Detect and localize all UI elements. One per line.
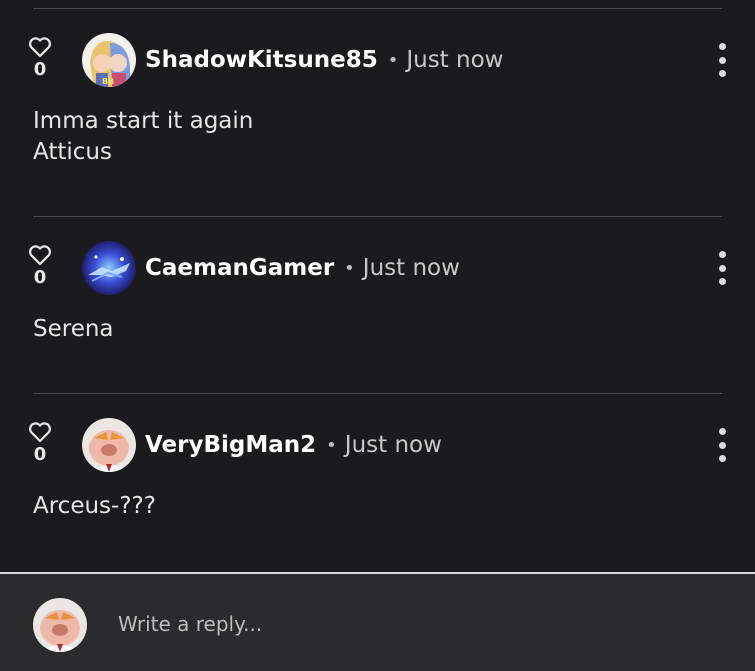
like-count: 0 — [33, 444, 47, 465]
more-options-icon[interactable] — [710, 428, 734, 462]
more-options-icon[interactable] — [710, 251, 734, 285]
heart-icon[interactable] — [28, 36, 52, 58]
heart-icon[interactable] — [28, 244, 52, 266]
username[interactable]: ShadowKitsune85 — [145, 47, 378, 73]
comment-divider — [33, 8, 722, 9]
username[interactable]: VeryBigMan2 — [145, 432, 316, 458]
comment-divider — [33, 216, 722, 217]
comment-text: Serena — [33, 314, 114, 345]
like-control[interactable]: 0 — [26, 244, 54, 288]
svg-text:BB: BB — [102, 77, 114, 86]
username[interactable]: CaemanGamer — [145, 255, 334, 281]
like-control[interactable]: 0 — [26, 421, 54, 465]
separator-dot: • — [326, 434, 337, 456]
separator-dot: • — [344, 257, 355, 279]
separator-dot: • — [387, 49, 399, 71]
comment-meta: CaemanGamer • Just now — [145, 241, 460, 295]
timestamp: Just now — [406, 47, 504, 73]
like-control[interactable]: 0 — [26, 36, 54, 80]
comment-line: Atticus — [33, 139, 112, 165]
comment-meta: ShadowKitsune85 • Just now — [145, 33, 503, 87]
comment-divider — [33, 393, 722, 394]
avatar[interactable] — [82, 418, 136, 472]
comment-line: Arceus-??? — [33, 493, 156, 519]
current-user-avatar — [33, 598, 87, 652]
comment-line: Imma start it again — [33, 108, 254, 134]
comment-line: Serena — [33, 316, 114, 342]
comment-text: Imma start it again Atticus — [33, 106, 253, 168]
timestamp: Just now — [362, 255, 460, 281]
timestamp: Just now — [344, 432, 442, 458]
like-count: 0 — [33, 267, 47, 288]
heart-icon[interactable] — [28, 421, 52, 443]
comment-text: Arceus-??? — [33, 491, 156, 522]
reply-bar — [0, 572, 755, 671]
like-count: 0 — [33, 59, 47, 80]
comment-meta: VeryBigMan2 • Just now — [145, 418, 442, 472]
reply-input[interactable] — [118, 607, 678, 641]
avatar[interactable] — [82, 241, 136, 295]
avatar[interactable]: BB — [82, 33, 136, 87]
more-options-icon[interactable] — [710, 43, 734, 77]
